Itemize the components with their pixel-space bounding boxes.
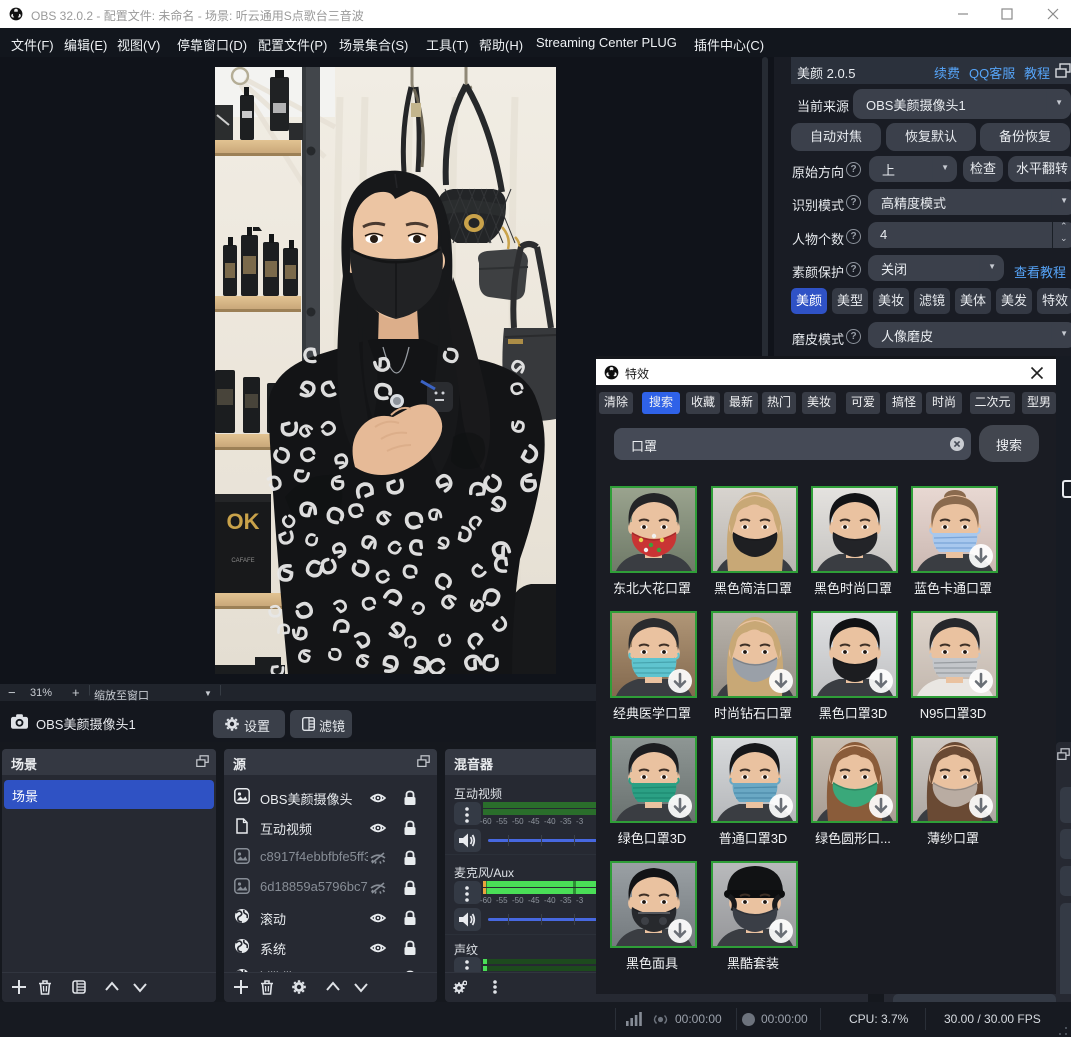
svg-text:OK: OK xyxy=(227,509,260,534)
svg-text:CAFAFE: CAFAFE xyxy=(231,558,254,564)
